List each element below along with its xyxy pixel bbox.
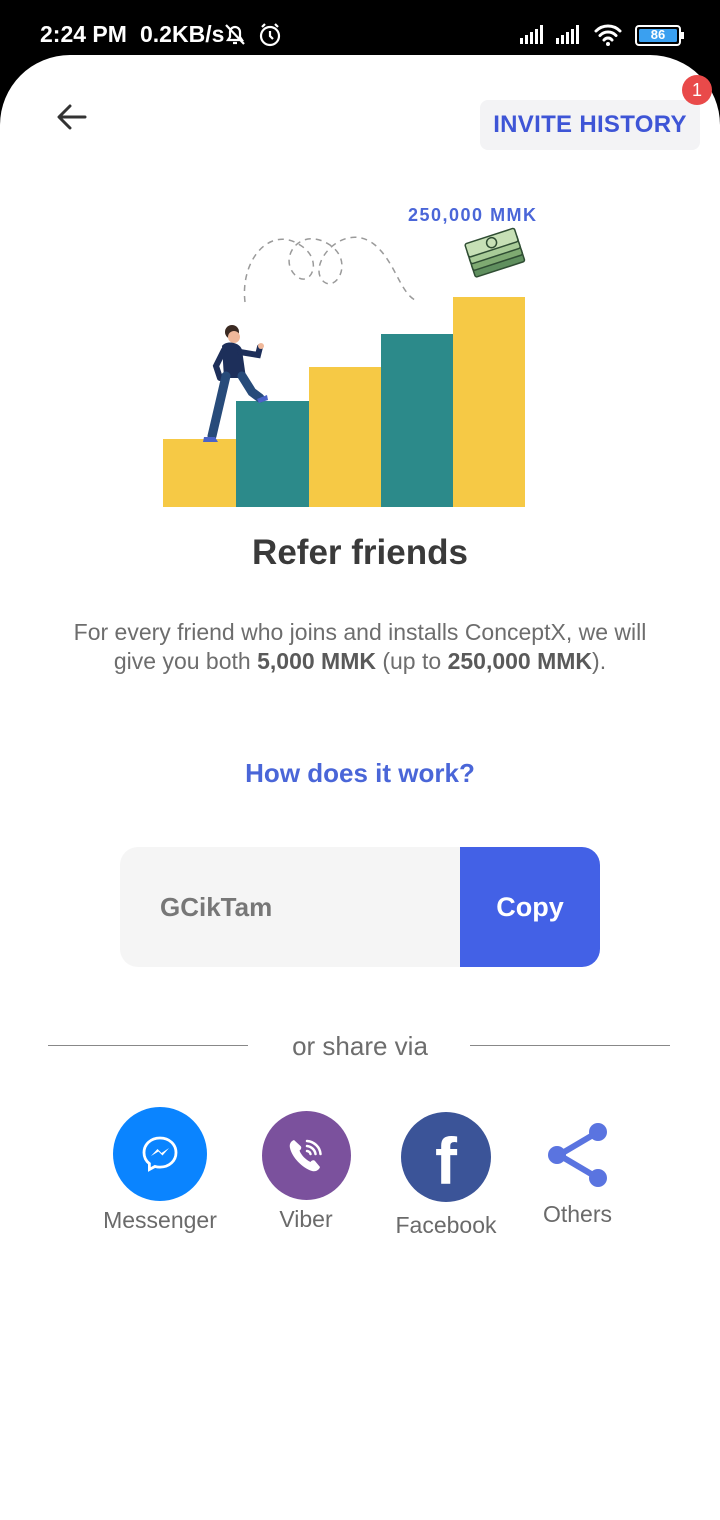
how-does-it-work-link[interactable]: How does it work? (0, 758, 720, 789)
share-icon (543, 1117, 613, 1193)
battery-level: 86 (650, 27, 666, 42)
share-via-label: or share via (292, 1031, 428, 1061)
share-others[interactable]: Others (525, 1117, 630, 1228)
signal-icon (520, 25, 543, 44)
growth-chart-illustration (160, 200, 540, 510)
refer-screen: INVITE HISTORY 1 250,000 MMK Refer frien… (0, 55, 720, 1520)
share-facebook[interactable]: f Facebook (385, 1112, 507, 1239)
wifi-icon (594, 24, 622, 42)
alarm-icon (259, 23, 281, 47)
viber-label: Viber (279, 1206, 333, 1232)
share-messenger[interactable]: Messenger (95, 1107, 225, 1234)
bar-4 (381, 334, 453, 507)
copy-button[interactable]: Copy (460, 847, 600, 967)
bar-2 (236, 401, 309, 507)
description-max: 250,000 MMK (447, 648, 593, 674)
divider-right (470, 1045, 670, 1046)
bar-3 (309, 367, 381, 507)
page-title: Refer friends (252, 533, 468, 572)
status-network-speed: 0.2KB/s (140, 21, 225, 47)
viber-icon (261, 1111, 351, 1200)
description-bonus: 5,000 MMK (257, 648, 376, 674)
notification-badge: 1 (682, 75, 712, 105)
invite-history-button[interactable]: INVITE HISTORY (480, 100, 700, 150)
referral-description: For every friend who joins and installs … (60, 618, 660, 676)
referral-code-field[interactable]: GCikTam (120, 847, 460, 967)
share-viber[interactable]: Viber (245, 1111, 367, 1233)
referral-code-box: GCikTam Copy (120, 847, 600, 967)
facebook-icon: f (401, 1112, 491, 1202)
status-time: 2:24 PM (40, 21, 127, 47)
divider-left (48, 1045, 248, 1046)
status-left-icons (224, 22, 286, 53)
dashed-path (243, 236, 416, 303)
back-button[interactable] (50, 95, 94, 139)
money-stack-icon (464, 227, 526, 278)
messenger-label: Messenger (103, 1207, 217, 1233)
messenger-icon (113, 1107, 207, 1201)
others-label: Others (542, 1201, 613, 1227)
back-arrow-icon (57, 104, 87, 130)
bar-1 (163, 439, 236, 507)
signal-icon-2 (556, 25, 579, 44)
description-mid: (up to (375, 648, 448, 674)
bar-5 (453, 297, 525, 507)
mute-bell-icon (225, 24, 245, 45)
facebook-label: Facebook (395, 1212, 497, 1238)
description-suffix: ). (592, 648, 607, 674)
